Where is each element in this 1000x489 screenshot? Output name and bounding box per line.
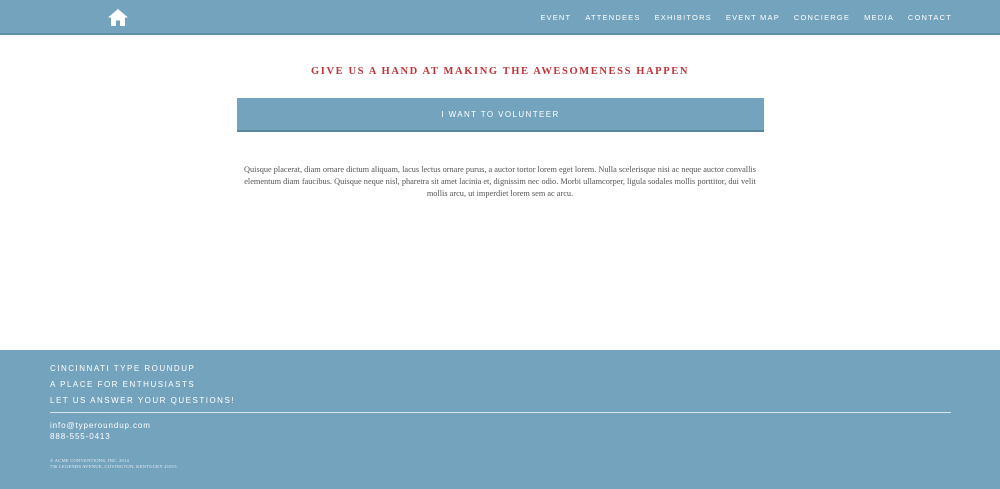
nav-item-media[interactable]: MEDIA bbox=[864, 13, 894, 22]
address-line: 736 LEGENDS AVENUE, COVINGTON, KENTUCKY … bbox=[50, 464, 177, 469]
footer-link-cincinnati-type-roundup[interactable]: CINCINNATI TYPE ROUNDUP bbox=[50, 364, 195, 373]
nav-item-contact[interactable]: CONTACT bbox=[908, 13, 952, 22]
footer-divider bbox=[50, 412, 951, 413]
nav-item-concierge[interactable]: CONCIERGE bbox=[794, 13, 850, 22]
page-headline: GIVE US A HAND AT MAKING THE AWESOMENESS… bbox=[310, 66, 689, 77]
nav-item-event[interactable]: EVENT bbox=[540, 13, 571, 22]
volunteer-button[interactable]: I WANT TO VOLUNTEER bbox=[237, 98, 764, 132]
body-paragraph: Quisque placerat, diam ornare dictum ali… bbox=[244, 165, 756, 198]
nav-item-event-map[interactable]: EVENT MAP bbox=[726, 13, 780, 22]
footer-phone: 888-555-0413 bbox=[50, 432, 111, 441]
nav-item-exhibitors[interactable]: EXHIBITORS bbox=[655, 13, 712, 22]
footer-email-link[interactable]: info@typeroundup.com bbox=[50, 421, 151, 430]
nav-item-attendees[interactable]: ATTENDEES bbox=[585, 13, 640, 22]
footer: CINCINNATI TYPE ROUNDUP A PLACE FOR ENTH… bbox=[0, 350, 1000, 489]
footer-link-answer-questions[interactable]: LET US ANSWER YOUR QUESTIONS! bbox=[50, 396, 235, 405]
footer-copyright: © ACME CONVENTIONS, INC. 2014 736 LEGEND… bbox=[50, 458, 177, 470]
top-navigation-bar: EVENT ATTENDEES EXHIBITORS EVENT MAP CON… bbox=[0, 0, 1000, 35]
home-icon[interactable] bbox=[108, 9, 128, 26]
main-nav: EVENT ATTENDEES EXHIBITORS EVENT MAP CON… bbox=[526, 0, 952, 35]
footer-link-place-for-enthusiasts[interactable]: A PLACE FOR ENTHUSIASTS bbox=[50, 380, 195, 389]
